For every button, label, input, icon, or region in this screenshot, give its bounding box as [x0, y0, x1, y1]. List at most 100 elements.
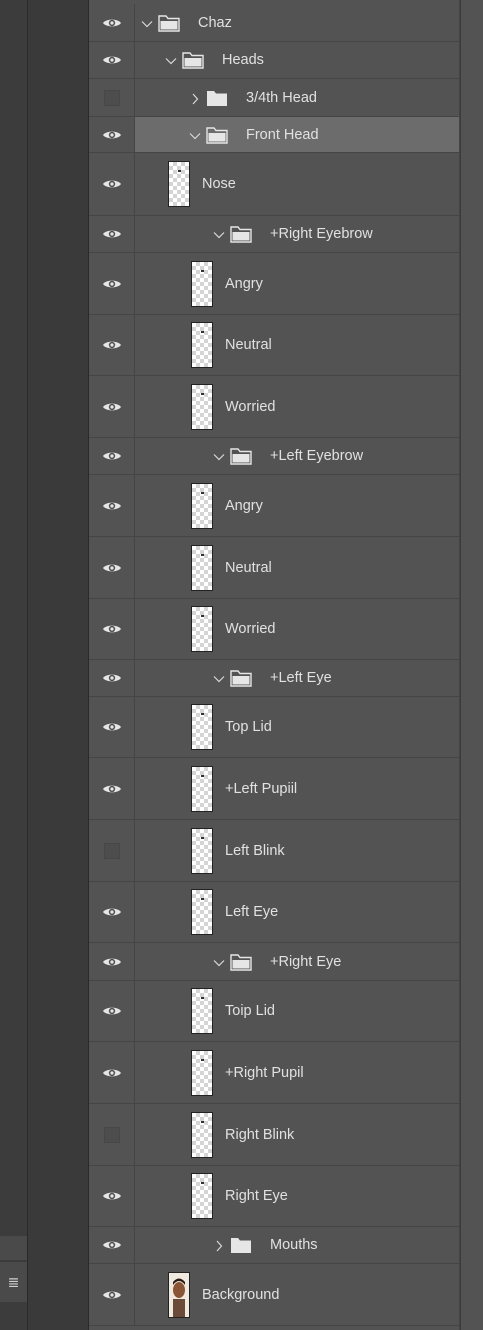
layer-content[interactable]: Heads — [135, 42, 459, 78]
panel-menu-icon[interactable]: ≣ — [0, 1262, 27, 1302]
eye-icon[interactable] — [102, 450, 122, 462]
eye-icon[interactable] — [102, 339, 122, 351]
eye-icon[interactable] — [102, 17, 122, 29]
visibility-toggle[interactable] — [89, 697, 135, 757]
visibility-toggle[interactable] — [89, 882, 135, 942]
layer-content[interactable]: 3/4th Head — [135, 79, 459, 116]
chevron-right-icon[interactable] — [213, 1239, 225, 1252]
layer-name[interactable]: Nose — [202, 176, 236, 192]
layer-content[interactable]: +Right Pupil — [135, 1042, 459, 1103]
visibility-toggle[interactable] — [89, 537, 135, 598]
eye-icon[interactable] — [102, 783, 122, 795]
layer-name[interactable]: Front Head — [246, 127, 319, 143]
layer-content[interactable]: Background — [135, 1264, 459, 1325]
eye-icon[interactable] — [102, 1005, 122, 1017]
layer-name[interactable]: +Left Pupiil — [225, 781, 297, 797]
layer-content[interactable]: Left Blink — [135, 820, 459, 881]
visibility-off-box[interactable] — [103, 1126, 120, 1143]
chevron-down-icon[interactable] — [213, 228, 225, 240]
layer-row[interactable]: Right Blink — [89, 1104, 459, 1166]
eye-icon[interactable] — [102, 956, 122, 968]
layer-name[interactable]: Left Eye — [225, 904, 278, 920]
eye-icon[interactable] — [102, 721, 122, 733]
layer-content[interactable]: +Right Eye — [135, 943, 459, 980]
visibility-toggle[interactable] — [89, 943, 135, 980]
layer-name[interactable]: Top Lid — [225, 719, 272, 735]
layer-name[interactable]: +Right Pupil — [225, 1065, 304, 1081]
visibility-toggle[interactable] — [89, 253, 135, 314]
visibility-toggle[interactable] — [89, 660, 135, 696]
eye-icon[interactable] — [102, 672, 122, 684]
visibility-toggle[interactable] — [89, 1104, 135, 1165]
layer-group-row[interactable]: +Left Eye — [89, 660, 459, 697]
layer-row[interactable]: Angry — [89, 253, 459, 315]
layer-row[interactable]: Left Blink — [89, 820, 459, 882]
layer-name[interactable]: +Right Eye — [270, 954, 341, 970]
layer-content[interactable]: Front Head — [135, 117, 459, 152]
eye-icon[interactable] — [102, 129, 122, 141]
layer-content[interactable]: Nose — [135, 153, 459, 215]
visibility-off-box[interactable] — [103, 842, 120, 859]
chevron-down-icon[interactable] — [213, 672, 225, 684]
eye-icon[interactable] — [102, 228, 122, 240]
layer-row[interactable]: +Left Pupiil — [89, 758, 459, 820]
eye-icon[interactable] — [102, 1239, 122, 1251]
layer-group-row[interactable]: +Right Eyebrow — [89, 216, 459, 253]
visibility-toggle[interactable] — [89, 981, 135, 1041]
layer-row[interactable]: Top Lid — [89, 697, 459, 758]
eye-icon[interactable] — [102, 500, 122, 512]
layer-row[interactable]: Left Eye — [89, 882, 459, 943]
layer-group-row[interactable]: Mouths — [89, 1227, 459, 1264]
eye-icon[interactable] — [102, 278, 122, 290]
layer-row[interactable]: Worried — [89, 599, 459, 660]
chevron-down-icon[interactable] — [189, 129, 201, 141]
layer-name[interactable]: Heads — [222, 52, 264, 68]
eye-icon[interactable] — [102, 178, 122, 190]
layer-name[interactable]: +Left Eyebrow — [270, 448, 363, 464]
layer-row[interactable]: Neutral — [89, 537, 459, 599]
layer-content[interactable]: Mouths — [135, 1227, 459, 1263]
layers-scrollbar[interactable] — [459, 0, 483, 1330]
visibility-toggle[interactable] — [89, 376, 135, 437]
eye-icon[interactable] — [102, 401, 122, 413]
eye-icon[interactable] — [102, 906, 122, 918]
chevron-down-icon[interactable] — [141, 17, 153, 29]
layer-content[interactable]: Right Blink — [135, 1104, 459, 1165]
visibility-toggle[interactable] — [89, 216, 135, 252]
layer-name[interactable]: Left Blink — [225, 843, 285, 859]
layer-row[interactable]: Toip Lid — [89, 981, 459, 1042]
layer-name[interactable]: Worried — [225, 621, 276, 637]
layer-content[interactable]: Toip Lid — [135, 981, 459, 1041]
layer-group-row[interactable]: Front Head — [89, 117, 459, 153]
visibility-toggle[interactable] — [89, 1227, 135, 1263]
visibility-toggle[interactable] — [89, 475, 135, 536]
layer-content[interactable]: Neutral — [135, 315, 459, 375]
visibility-toggle[interactable] — [89, 820, 135, 881]
layer-name[interactable]: Neutral — [225, 560, 272, 576]
layer-name[interactable]: +Right Eyebrow — [270, 226, 373, 242]
layer-content[interactable]: Worried — [135, 376, 459, 437]
layer-group-row[interactable]: Heads — [89, 42, 459, 79]
layer-name[interactable]: Angry — [225, 498, 263, 514]
layer-row[interactable]: Right Eye — [89, 1166, 459, 1227]
layer-content[interactable]: Chaz — [135, 4, 459, 41]
layer-group-row[interactable]: 3/4th Head — [89, 79, 459, 117]
eye-icon[interactable] — [102, 562, 122, 574]
layer-group-row[interactable]: +Right Eye — [89, 943, 459, 981]
eye-icon[interactable] — [102, 1067, 122, 1079]
layer-name[interactable]: +Left Eye — [270, 670, 332, 686]
eye-icon[interactable] — [102, 1190, 122, 1202]
layer-name[interactable]: Toip Lid — [225, 1003, 275, 1019]
visibility-toggle[interactable] — [89, 1264, 135, 1325]
layer-row[interactable]: Angry — [89, 475, 459, 537]
layer-row[interactable]: Worried — [89, 376, 459, 438]
layer-content[interactable]: Right Eye — [135, 1166, 459, 1226]
layer-content[interactable]: Left Eye — [135, 882, 459, 942]
eye-icon[interactable] — [102, 1289, 122, 1301]
visibility-toggle[interactable] — [89, 1042, 135, 1103]
layer-group-row[interactable]: Chaz — [89, 4, 459, 42]
layer-content[interactable]: Neutral — [135, 537, 459, 598]
visibility-toggle[interactable] — [89, 758, 135, 819]
visibility-toggle[interactable] — [89, 599, 135, 659]
visibility-off-box[interactable] — [103, 89, 120, 106]
